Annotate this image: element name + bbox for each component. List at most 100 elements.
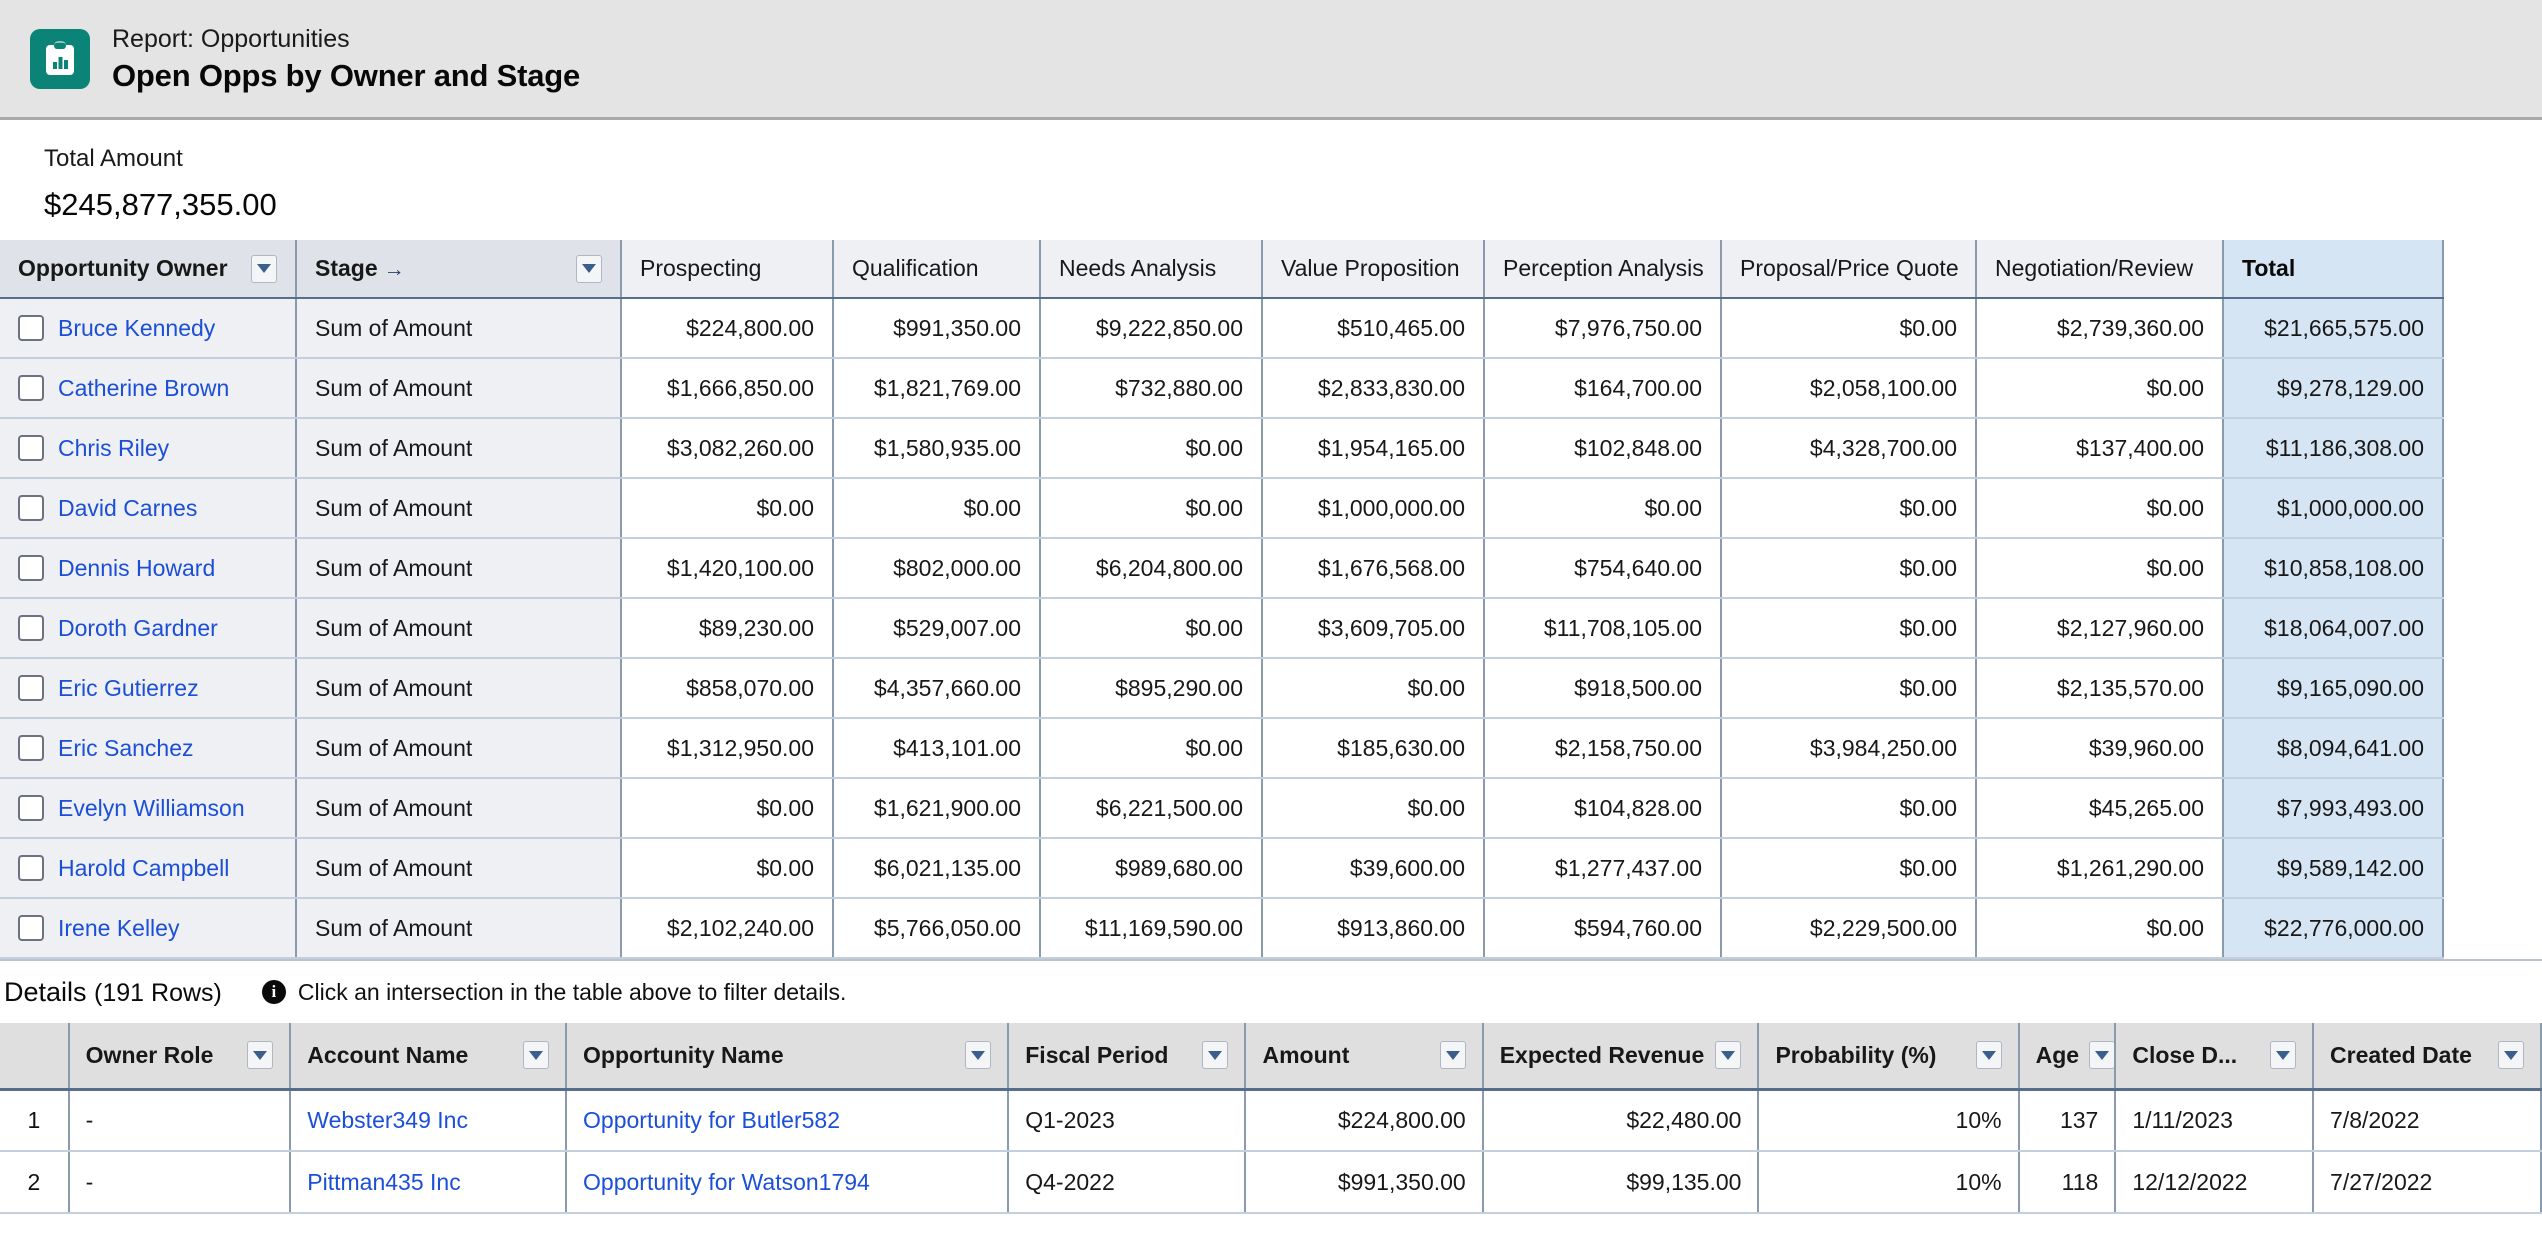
- pivot-row-total[interactable]: $10,858,108.00: [2223, 538, 2444, 599]
- account-link[interactable]: Pittman435 Inc: [307, 1169, 460, 1195]
- pivot-value-cell[interactable]: $2,058,100.00: [1721, 358, 1977, 419]
- pivot-value-cell[interactable]: $0.00: [1976, 478, 2224, 539]
- pivot-row-total[interactable]: $9,589,142.00: [2223, 838, 2444, 899]
- pivot-value-cell[interactable]: $918,500.00: [1484, 658, 1722, 719]
- pivot-value-cell[interactable]: $0.00: [1721, 598, 1977, 659]
- pivot-value-cell[interactable]: $1,621,900.00: [833, 778, 1041, 839]
- pivot-column-proposal-price-quote[interactable]: Proposal/Price Quote: [1721, 240, 1977, 299]
- pivot-value-cell[interactable]: $0.00: [1721, 298, 1977, 359]
- pivot-row-total[interactable]: $9,278,129.00: [2223, 358, 2444, 419]
- pivot-value-cell[interactable]: $802,000.00: [833, 538, 1041, 599]
- row-checkbox[interactable]: [18, 735, 44, 761]
- table-row[interactable]: Doroth Gardner Sum of Amount $89,230.00 …: [0, 598, 2444, 659]
- owner-link[interactable]: Dennis Howard: [58, 555, 215, 582]
- pivot-owner-cell[interactable]: Harold Campbell: [0, 838, 297, 899]
- pivot-value-cell[interactable]: $11,169,590.00: [1040, 898, 1263, 959]
- details-column-fiscal-period[interactable]: Fiscal Period: [1008, 1023, 1247, 1091]
- table-row[interactable]: David Carnes Sum of Amount $0.00 $0.00 $…: [0, 478, 2444, 539]
- pivot-value-cell[interactable]: $3,984,250.00: [1721, 718, 1977, 779]
- pivot-row-total[interactable]: $18,064,007.00: [2223, 598, 2444, 659]
- table-row[interactable]: Irene Kelley Sum of Amount $2,102,240.00…: [0, 898, 2444, 959]
- pivot-row-total[interactable]: $11,186,308.00: [2223, 418, 2444, 479]
- details-column-owner-role[interactable]: Owner Role: [68, 1023, 292, 1091]
- details-account-name[interactable]: Webster349 Inc: [290, 1089, 568, 1152]
- pivot-value-cell[interactable]: $913,860.00: [1262, 898, 1485, 959]
- pivot-value-cell[interactable]: $858,070.00: [621, 658, 834, 719]
- pivot-column-perception-analysis[interactable]: Perception Analysis: [1484, 240, 1722, 299]
- table-row[interactable]: Chris Riley Sum of Amount $3,082,260.00 …: [0, 418, 2444, 479]
- details-column-account-name[interactable]: Account Name: [290, 1023, 568, 1091]
- pivot-value-cell[interactable]: $991,350.00: [833, 298, 1041, 359]
- pivot-owner-cell[interactable]: David Carnes: [0, 478, 297, 539]
- pivot-value-cell[interactable]: $164,700.00: [1484, 358, 1722, 419]
- pivot-value-cell[interactable]: $2,127,960.00: [1976, 598, 2224, 659]
- pivot-value-cell[interactable]: $0.00: [1040, 598, 1263, 659]
- pivot-value-cell[interactable]: $4,328,700.00: [1721, 418, 1977, 479]
- owner-link[interactable]: Doroth Gardner: [58, 615, 218, 642]
- pivot-owner-cell[interactable]: Bruce Kennedy: [0, 298, 297, 359]
- owner-link[interactable]: Bruce Kennedy: [58, 315, 215, 342]
- details-column-amount[interactable]: Amount: [1245, 1023, 1484, 1091]
- table-row[interactable]: Dennis Howard Sum of Amount $1,420,100.0…: [0, 538, 2444, 599]
- pivot-value-cell[interactable]: $224,800.00: [621, 298, 834, 359]
- table-row[interactable]: Eric Sanchez Sum of Amount $1,312,950.00…: [0, 718, 2444, 779]
- chevron-down-icon[interactable]: [2089, 1041, 2114, 1070]
- pivot-value-cell[interactable]: $39,600.00: [1262, 838, 1485, 899]
- row-checkbox[interactable]: [18, 915, 44, 941]
- pivot-value-cell[interactable]: $39,960.00: [1976, 718, 2224, 779]
- pivot-value-cell[interactable]: $0.00: [1040, 418, 1263, 479]
- pivot-value-cell[interactable]: $2,135,570.00: [1976, 658, 2224, 719]
- pivot-row-total[interactable]: $1,000,000.00: [2223, 478, 2444, 539]
- owner-link[interactable]: Chris Riley: [58, 435, 169, 462]
- pivot-value-cell[interactable]: $3,609,705.00: [1262, 598, 1485, 659]
- pivot-value-cell[interactable]: $1,954,165.00: [1262, 418, 1485, 479]
- table-row[interactable]: 1 - Webster349 Inc Opportunity for Butle…: [0, 1089, 2542, 1152]
- pivot-owner-cell[interactable]: Evelyn Williamson: [0, 778, 297, 839]
- owner-link[interactable]: Irene Kelley: [58, 915, 179, 942]
- details-column-opportunity-name[interactable]: Opportunity Name: [566, 1023, 1010, 1091]
- pivot-row-total[interactable]: $9,165,090.00: [2223, 658, 2444, 719]
- pivot-row-total[interactable]: $21,665,575.00: [2223, 298, 2444, 359]
- pivot-value-cell[interactable]: $6,021,135.00: [833, 838, 1041, 899]
- pivot-value-cell[interactable]: $895,290.00: [1040, 658, 1263, 719]
- pivot-value-cell[interactable]: $6,221,500.00: [1040, 778, 1263, 839]
- pivot-value-cell[interactable]: $1,821,769.00: [833, 358, 1041, 419]
- pivot-column-qualification[interactable]: Qualification: [833, 240, 1041, 299]
- pivot-row-total[interactable]: $22,776,000.00: [2223, 898, 2444, 959]
- pivot-value-cell[interactable]: $1,312,950.00: [621, 718, 834, 779]
- opportunity-link[interactable]: Opportunity for Butler582: [583, 1107, 840, 1133]
- pivot-value-cell[interactable]: $7,976,750.00: [1484, 298, 1722, 359]
- pivot-header-stage[interactable]: Stage →: [296, 240, 622, 299]
- pivot-column-total[interactable]: Total: [2223, 240, 2444, 299]
- chevron-down-icon[interactable]: [965, 1041, 992, 1070]
- row-checkbox[interactable]: [18, 375, 44, 401]
- pivot-owner-cell[interactable]: Chris Riley: [0, 418, 297, 479]
- details-opportunity-name[interactable]: Opportunity for Butler582: [566, 1089, 1010, 1152]
- details-column-expected-revenue[interactable]: Expected Revenue: [1482, 1023, 1760, 1091]
- pivot-value-cell[interactable]: $102,848.00: [1484, 418, 1722, 479]
- pivot-value-cell[interactable]: $0.00: [1721, 478, 1977, 539]
- pivot-value-cell[interactable]: $0.00: [1040, 478, 1263, 539]
- opportunity-link[interactable]: Opportunity for Watson1794: [583, 1169, 870, 1195]
- pivot-value-cell[interactable]: $510,465.00: [1262, 298, 1485, 359]
- account-link[interactable]: Webster349 Inc: [307, 1107, 468, 1133]
- table-row[interactable]: Evelyn Williamson Sum of Amount $0.00 $1…: [0, 778, 2444, 839]
- pivot-value-cell[interactable]: $0.00: [1721, 838, 1977, 899]
- chevron-down-icon[interactable]: [1715, 1041, 1742, 1070]
- chevron-down-icon[interactable]: [523, 1041, 550, 1070]
- pivot-owner-cell[interactable]: Eric Gutierrez: [0, 658, 297, 719]
- pivot-value-cell[interactable]: $3,082,260.00: [621, 418, 834, 479]
- owner-link[interactable]: Evelyn Williamson: [58, 795, 245, 822]
- table-row[interactable]: Bruce Kennedy Sum of Amount $224,800.00 …: [0, 298, 2444, 359]
- pivot-value-cell[interactable]: $529,007.00: [833, 598, 1041, 659]
- chevron-down-icon[interactable]: [576, 254, 602, 283]
- row-checkbox[interactable]: [18, 435, 44, 461]
- details-column-created-date[interactable]: Created Date: [2313, 1023, 2542, 1091]
- pivot-value-cell[interactable]: $0.00: [1976, 358, 2224, 419]
- pivot-value-cell[interactable]: $0.00: [1040, 718, 1263, 779]
- row-checkbox[interactable]: [18, 795, 44, 821]
- pivot-value-cell[interactable]: $104,828.00: [1484, 778, 1722, 839]
- pivot-value-cell[interactable]: $2,102,240.00: [621, 898, 834, 959]
- pivot-owner-cell[interactable]: Irene Kelley: [0, 898, 297, 959]
- chevron-down-icon[interactable]: [251, 254, 277, 283]
